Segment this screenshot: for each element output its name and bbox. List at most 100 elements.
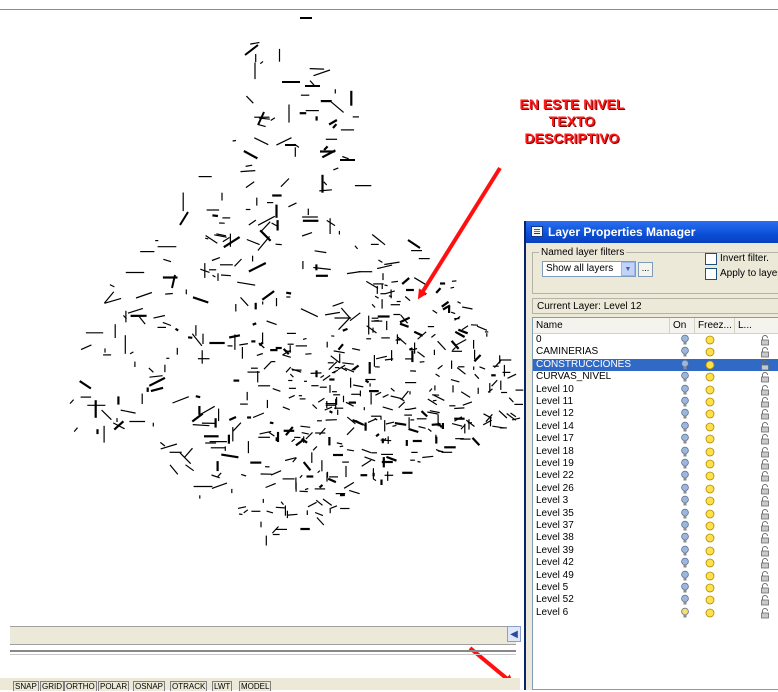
sun-icon[interactable] xyxy=(703,607,717,619)
invert-filter-checkbox[interactable] xyxy=(705,253,717,265)
lock-icon[interactable] xyxy=(758,408,772,420)
lock-icon[interactable] xyxy=(758,433,772,445)
light-bulb-icon[interactable] xyxy=(678,495,692,507)
light-bulb-icon[interactable] xyxy=(678,384,692,396)
layer-row[interactable]: Level 37 xyxy=(533,520,778,532)
horizontal-scrollbar[interactable] xyxy=(10,626,516,645)
layer-row[interactable]: Level 26 xyxy=(533,483,778,495)
lock-icon[interactable] xyxy=(758,594,772,606)
layer-row[interactable]: Level 11 xyxy=(533,396,778,408)
lock-icon[interactable] xyxy=(758,557,772,569)
sun-icon[interactable] xyxy=(703,334,717,346)
column-header-name[interactable]: Name xyxy=(533,318,670,333)
sun-icon[interactable] xyxy=(703,384,717,396)
sun-icon[interactable] xyxy=(703,421,717,433)
lock-icon[interactable] xyxy=(758,371,772,383)
light-bulb-icon[interactable] xyxy=(678,446,692,458)
layer-row[interactable]: Level 19 xyxy=(533,458,778,470)
layer-row[interactable]: Level 35 xyxy=(533,508,778,520)
layer-row[interactable]: Level 49 xyxy=(533,570,778,582)
lock-icon[interactable] xyxy=(758,346,772,358)
layer-row[interactable]: Level 22 xyxy=(533,470,778,482)
sun-icon[interactable] xyxy=(703,520,717,532)
sun-icon[interactable] xyxy=(703,458,717,470)
light-bulb-icon[interactable] xyxy=(678,458,692,470)
sun-icon[interactable] xyxy=(703,508,717,520)
layer-row[interactable]: CAMINERIAS xyxy=(533,346,778,358)
layer-row[interactable]: Level 39 xyxy=(533,545,778,557)
sun-icon[interactable] xyxy=(703,483,717,495)
layer-row[interactable]: Level 14 xyxy=(533,421,778,433)
lock-icon[interactable] xyxy=(758,458,772,470)
lock-icon[interactable] xyxy=(758,470,772,482)
lock-icon[interactable] xyxy=(758,446,772,458)
light-bulb-icon[interactable] xyxy=(678,570,692,582)
browse-icon[interactable]: ... xyxy=(638,262,653,277)
sun-icon[interactable] xyxy=(703,545,717,557)
light-bulb-icon[interactable] xyxy=(678,582,692,594)
dialog-titlebar[interactable]: Layer Properties Manager xyxy=(526,221,778,243)
light-bulb-icon[interactable] xyxy=(678,520,692,532)
column-header-freeze[interactable]: Freez... xyxy=(695,318,735,333)
lock-icon[interactable] xyxy=(758,545,772,557)
light-bulb-icon[interactable] xyxy=(678,396,692,408)
sun-icon[interactable] xyxy=(703,570,717,582)
layer-row[interactable]: Level 52 xyxy=(533,594,778,606)
light-bulb-icon[interactable] xyxy=(678,483,692,495)
light-bulb-icon[interactable] xyxy=(678,557,692,569)
layer-row[interactable]: Level 17 xyxy=(533,433,778,445)
sun-icon[interactable] xyxy=(703,408,717,420)
layer-row[interactable]: CONSTRUCCIONES xyxy=(533,359,778,371)
sun-icon[interactable] xyxy=(703,557,717,569)
lock-icon[interactable] xyxy=(758,607,772,619)
layer-row[interactable]: Level 10 xyxy=(533,384,778,396)
layer-list[interactable]: Name On Freez... L... 0CAMINERIASCONSTRU… xyxy=(532,317,778,690)
sun-icon[interactable] xyxy=(703,470,717,482)
apply-to-layers-checkbox[interactable] xyxy=(705,268,717,280)
lock-icon[interactable] xyxy=(758,582,772,594)
light-bulb-icon[interactable] xyxy=(678,594,692,606)
scroll-left-button[interactable]: ◀ xyxy=(507,626,521,642)
light-bulb-icon[interactable] xyxy=(678,421,692,433)
layer-row[interactable]: Level 42 xyxy=(533,557,778,569)
sun-icon[interactable] xyxy=(703,495,717,507)
layer-row[interactable]: 0 xyxy=(533,334,778,346)
column-header-lock[interactable]: L... xyxy=(735,318,778,333)
light-bulb-icon[interactable] xyxy=(678,607,692,619)
sun-icon[interactable] xyxy=(703,371,717,383)
layer-row[interactable]: CURVAS_NIVEL xyxy=(533,371,778,383)
light-bulb-icon[interactable] xyxy=(678,470,692,482)
lock-icon[interactable] xyxy=(758,570,772,582)
light-bulb-icon[interactable] xyxy=(678,433,692,445)
sun-icon[interactable] xyxy=(703,433,717,445)
light-bulb-icon[interactable] xyxy=(678,508,692,520)
layer-row[interactable]: Level 18 xyxy=(533,446,778,458)
light-bulb-icon[interactable] xyxy=(678,545,692,557)
lock-icon[interactable] xyxy=(758,421,772,433)
sun-icon[interactable] xyxy=(703,582,717,594)
lock-icon[interactable] xyxy=(758,334,772,346)
sun-icon[interactable] xyxy=(703,346,717,358)
layer-row[interactable]: Level 5 xyxy=(533,582,778,594)
sun-icon[interactable] xyxy=(703,396,717,408)
lock-icon[interactable] xyxy=(758,508,772,520)
lock-icon[interactable] xyxy=(758,532,772,544)
lock-icon[interactable] xyxy=(758,520,772,532)
light-bulb-icon[interactable] xyxy=(678,532,692,544)
layer-row[interactable]: Level 12 xyxy=(533,408,778,420)
light-bulb-icon[interactable] xyxy=(678,408,692,420)
sun-icon[interactable] xyxy=(703,594,717,606)
lock-icon[interactable] xyxy=(758,495,772,507)
sun-icon[interactable] xyxy=(703,359,717,371)
sun-icon[interactable] xyxy=(703,446,717,458)
lock-icon[interactable] xyxy=(758,384,772,396)
sun-icon[interactable] xyxy=(703,532,717,544)
dropdown-arrow-icon[interactable]: ▼ xyxy=(621,262,635,276)
column-header-on[interactable]: On xyxy=(670,318,695,333)
layer-row[interactable]: Level 38 xyxy=(533,532,778,544)
light-bulb-icon[interactable] xyxy=(678,346,692,358)
lock-icon[interactable] xyxy=(758,359,772,371)
layer-row[interactable]: Level 3 xyxy=(533,495,778,507)
light-bulb-icon[interactable] xyxy=(678,371,692,383)
lock-icon[interactable] xyxy=(758,396,772,408)
